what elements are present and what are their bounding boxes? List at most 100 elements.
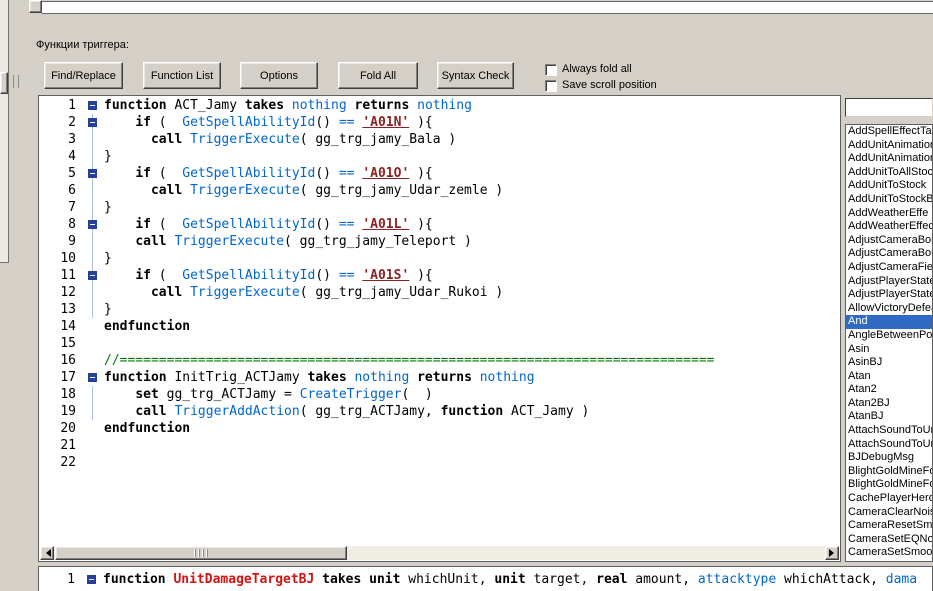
function-list-item[interactable]: AsinBJ [846,356,932,370]
code-token: } [104,200,112,215]
code-token: nothing [479,370,535,385]
splitter-grip-icon[interactable] [13,75,19,88]
fold-collapse-icon[interactable] [87,575,96,584]
code-line: 5 if ( GetSpellAbilityId() == 'A01O' ){ [40,165,839,182]
fold-collapse-icon[interactable] [88,220,97,229]
code-text[interactable]: //======================================… [104,352,714,369]
function-list-item[interactable]: AddUnitToStockB [846,193,932,207]
code-text[interactable]: } [104,199,112,216]
function-list-item[interactable]: AddUnitAnimatior [846,139,932,153]
code-text[interactable]: endfunction [104,420,190,437]
code-text[interactable]: set gg_trg_ACTJamy = CreateTrigger( ) [104,386,432,403]
function-list-item[interactable]: AddUnitToAllStoc [846,166,932,180]
fold-collapse-icon[interactable] [88,118,97,127]
secondary-code-text-area[interactable]: 1 function UnitDamageTargetBJ takes unit … [39,571,932,591]
function-list-item[interactable]: Atan2 [846,383,932,397]
function-list-item[interactable]: AngleBetweenPoi [846,329,932,343]
function-list-item[interactable]: AddSpellEffectTar [846,125,932,139]
fold-collapse-icon[interactable] [88,373,97,382]
function-list-item[interactable]: BlightGoldMineFor [846,478,932,492]
left-scrollbar-track[interactable] [0,0,9,263]
code-line: 4} [40,148,839,165]
save-scroll-position-label[interactable]: Save scroll position [562,79,657,91]
function-list-item[interactable]: Asin [846,343,932,357]
code-text[interactable]: } [104,301,112,318]
function-list-item[interactable]: CameraSetSmoot [846,546,932,560]
top-scrollbar-corner[interactable] [29,0,42,13]
code-text[interactable]: endfunction [104,318,190,335]
fold-margin [80,131,104,148]
code-text[interactable]: if ( GetSpellAbilityId() == 'A01L' ){ [104,216,432,233]
function-list-item[interactable]: AdjustCameraFiel [846,261,932,275]
function-list-item[interactable]: AdjustPlayerState [846,288,932,302]
fold-collapse-icon[interactable] [88,169,97,178]
code-text[interactable]: } [104,148,112,165]
left-scrollbar-thumb[interactable] [0,72,8,94]
options-button[interactable]: Options [240,62,318,89]
function-list-item[interactable]: CameraClearNois [846,506,932,520]
function-list-item[interactable]: AdjustCameraBou [846,247,932,261]
code-token: real [596,572,628,587]
fold-collapse-icon[interactable] [88,101,97,110]
always-fold-all-label[interactable]: Always fold all [562,63,632,75]
scroll-left-button[interactable] [40,546,54,560]
code-text[interactable]: if ( GetSpellAbilityId() == 'A01N' ){ [104,114,432,131]
function-list-item[interactable]: Atan [846,370,932,384]
function-list-item[interactable]: CachePlayerHero [846,492,932,506]
find-replace-button[interactable]: Find/Replace [44,62,123,89]
code-text[interactable]: call TriggerAddAction( gg_trg_ACTJamy, f… [104,403,589,420]
code-text[interactable]: call TriggerExecute( gg_trg_jamy_Udar_ze… [104,182,503,199]
code-text[interactable]: if ( GetSpellAbilityId() == 'A01S' ){ [104,267,432,284]
function-list-item[interactable]: BlightGoldMineFor [846,465,932,479]
line-number: 18 [60,387,76,402]
code-text[interactable]: function ACT_Jamy takes nothing returns … [104,97,472,114]
function-list-item[interactable]: AddUnitAnimatior [846,152,932,166]
fold-collapse-icon[interactable] [88,271,97,280]
code-editor-text-area[interactable]: 1 function ACT_Jamy takes nothing returns… [40,97,839,546]
function-list-item[interactable]: AdjustCameraBou [846,234,932,248]
function-list-item[interactable]: AtanBJ [846,410,932,424]
function-list-item[interactable]: BJDebugMsg [846,451,932,465]
function-list-item[interactable]: AddUnitToStock [846,179,932,193]
fold-margin [80,437,104,454]
code-line: 9 call TriggerExecute( gg_trg_jamy_Telep… [40,233,839,250]
always-fold-all-checkbox[interactable] [545,64,557,76]
code-token: unit [369,572,401,587]
function-list-item[interactable]: AddWeatherEffe [846,207,932,221]
code-line: 11 if ( GetSpellAbilityId() == 'A01S' ){ [40,267,839,284]
line-number: 14 [60,319,76,334]
function-list-item[interactable]: AddWeatherEffec [846,220,932,234]
horizontal-scrollbar[interactable] [40,546,839,560]
top-scrollbar-track[interactable] [42,1,933,14]
function-list-item[interactable]: And [846,315,932,329]
syntax-check-button[interactable]: Syntax Check [437,62,514,89]
code-token: nothing [291,98,355,113]
function-list-item[interactable]: CameraResetSmo [846,519,932,533]
code-editor[interactable]: 1 function ACT_Jamy takes nothing returns… [38,95,841,562]
fold-all-button[interactable]: Fold All [338,62,418,89]
save-scroll-position-checkbox[interactable] [545,80,557,92]
function-search-input[interactable] [845,98,933,117]
code-text[interactable]: function InitTrig_ACTJamy takes nothing … [104,369,535,386]
function-list-item[interactable]: AllowVictoryDefea [846,302,932,316]
function-list-button[interactable]: Function List [143,62,221,89]
secondary-code-pane[interactable]: 1 function UnitDamageTargetBJ takes unit … [38,566,933,591]
code-line: 1 function ACT_Jamy takes nothing returns… [40,97,839,114]
function-list-item[interactable]: AttachSoundToUr [846,424,932,438]
code-text[interactable]: call TriggerExecute( gg_trg_jamy_Telepor… [104,233,472,250]
code-text[interactable]: call TriggerExecute( gg_trg_jamy_Bala ) [104,131,456,148]
function-list-item[interactable]: Atan2BJ [846,397,932,411]
code-text[interactable]: if ( GetSpellAbilityId() == 'A01O' ){ [104,165,432,182]
function-list-item[interactable]: AttachSoundToUr [846,438,932,452]
code-text[interactable]: call TriggerExecute( gg_trg_jamy_Udar_Ru… [104,284,503,301]
scroll-right-button[interactable] [825,546,839,560]
function-list-item[interactable]: CameraSetEQNois [846,533,932,547]
code-line: 3 call TriggerExecute( gg_trg_jamy_Bala … [40,131,839,148]
code-line: 17 function InitTrig_ACTJamy takes nothin… [40,369,839,386]
function-list-item[interactable]: AdjustPlayerState [846,275,932,289]
code-token: GetSpellAbilityId [182,268,316,283]
code-text[interactable]: } [104,250,112,267]
code-text[interactable]: function UnitDamageTargetBJ takes unit w… [103,571,917,588]
scrollbar-thumb[interactable] [55,546,347,560]
